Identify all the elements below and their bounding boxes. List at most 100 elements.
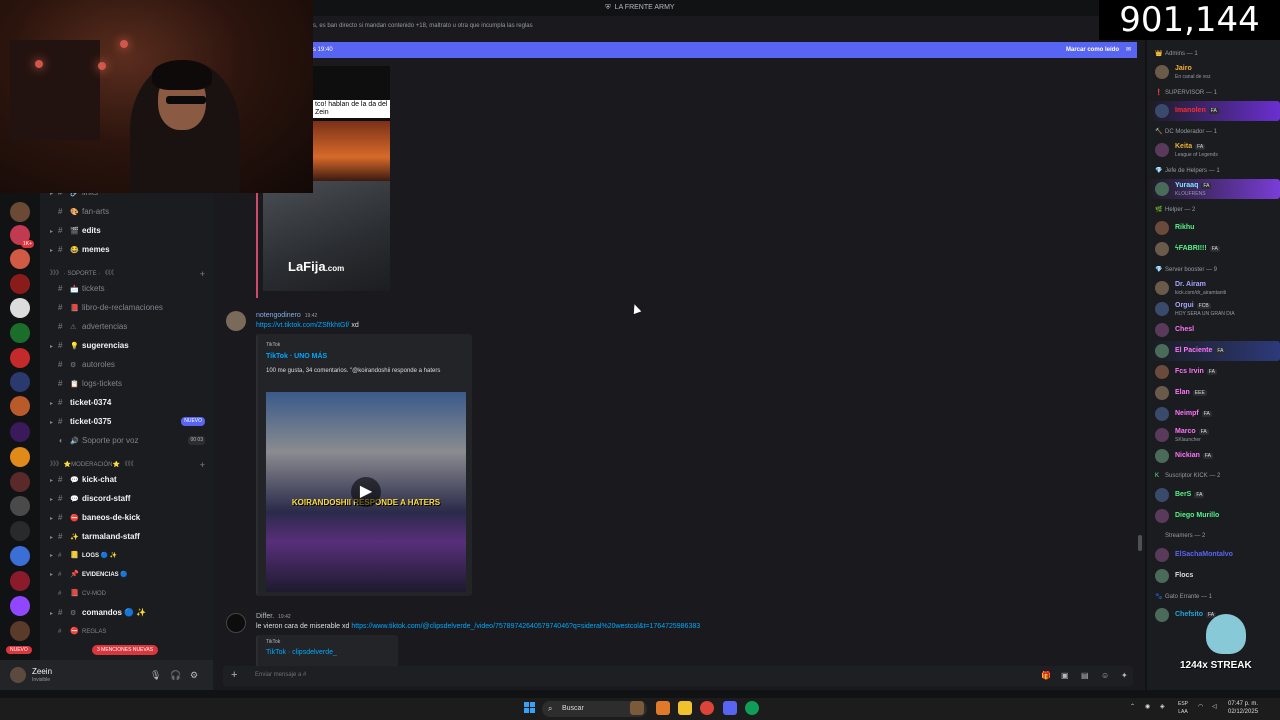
add-attachment-icon[interactable]: + — [231, 669, 237, 681]
taskbar-app-icon[interactable] — [656, 701, 670, 715]
member-row[interactable]: Neimpf FA — [1147, 404, 1280, 424]
new-mentions-pill[interactable]: 3 MENCIONES NUEVAS — [92, 645, 159, 655]
channel-soporte-por-voz[interactable]: ◖ 🔊 Soporte por voz 00 03 — [40, 432, 213, 449]
server-icon-10[interactable] — [10, 422, 30, 442]
member-row[interactable]: Marco FA SKlauncher — [1147, 425, 1280, 445]
server-icon-3[interactable] — [10, 249, 30, 269]
message-link[interactable]: https://vt.tiktok.com/ZSftkhtGf/ — [256, 322, 349, 329]
chevron-up-icon[interactable]: ⌃ — [1130, 703, 1135, 710]
channel-fan-arts[interactable]: # 🎨 fan-arts — [40, 203, 213, 220]
channel-tarmaland-staff[interactable]: ▸ # ✨ tarmaland-staff — [40, 528, 213, 545]
member-row[interactable]: Orgui FCB HOY SERA UN GRAN DIA — [1147, 299, 1280, 319]
member-row[interactable]: Chesl — [1147, 320, 1280, 340]
avatar[interactable] — [226, 311, 246, 331]
server-icon-13[interactable] — [10, 496, 30, 516]
channel-comandos[interactable]: ▸ # ⚙ comandos 🔵 ✨ — [40, 604, 213, 621]
tray-icon[interactable]: ◈ — [1160, 703, 1165, 710]
taskbar-clock[interactable]: 07:47 p. m. 02/12/2025 — [1228, 700, 1258, 716]
avatar[interactable] — [226, 613, 246, 633]
category-moderacion[interactable]: 》》》 ⭐MODERACIÓN⭐ 《《《 + — [40, 458, 213, 472]
sticker-icon[interactable]: ▤ — [1081, 671, 1089, 680]
wifi-icon[interactable]: ◠ — [1198, 703, 1203, 710]
channel-evidencias[interactable]: ▸ # 📌 EVIDENCIAS 🔵 — [40, 566, 213, 583]
avatar[interactable] — [10, 667, 26, 683]
discord-icon[interactable] — [723, 701, 737, 715]
apps-icon[interactable]: ✦ — [1121, 671, 1128, 680]
member-row[interactable]: El Paciente FA — [1147, 341, 1280, 361]
member-row[interactable]: Elan EEE — [1147, 383, 1280, 403]
member-row[interactable]: Diego Murillo — [1147, 506, 1280, 526]
channel-sugerencias[interactable]: ▸ # 💡 sugerencias — [40, 337, 213, 354]
channel-autoroles[interactable]: # ⚙ autoroles — [40, 356, 213, 373]
unread-banner[interactable]: s 19:40 Marcar como leído ✉ — [313, 42, 1137, 58]
server-icon-18[interactable] — [10, 621, 30, 641]
channel-reglas[interactable]: # ⛔ REGLAS — [40, 623, 213, 640]
member-row[interactable]: Flocs — [1147, 566, 1280, 586]
chat-scrollbar[interactable] — [1138, 535, 1142, 551]
member-row[interactable]: ElSachaMontalvo — [1147, 545, 1280, 565]
member-row[interactable]: Jairo En canal de voz — [1147, 62, 1280, 82]
channel-cv-mod[interactable]: # 📕 CV-MOD — [40, 585, 213, 602]
server-icon-4[interactable] — [10, 274, 30, 294]
gear-icon[interactable]: ⚙ — [190, 670, 198, 681]
channel-logs[interactable]: ▸ # 📒 LOGS 🔵 ✨ — [40, 547, 213, 564]
message-link[interactable]: https://www.tiktok.com/@clipsdelverde_/v… — [351, 623, 700, 630]
member-row[interactable]: Yuraaq FA KLOUFRENS — [1147, 179, 1280, 199]
server-icon-15[interactable] — [10, 546, 30, 566]
channel-kick-chat[interactable]: ▸ # 💬 kick-chat — [40, 471, 213, 488]
server-icon-16[interactable] — [10, 571, 30, 591]
channel-ticket-0374[interactable]: ▸ # ticket-0374 — [40, 394, 213, 411]
member-row[interactable]: Nickian FA — [1147, 446, 1280, 466]
channel-discord-staff[interactable]: ▸ # 💬 discord-staff — [40, 490, 213, 507]
keyboard-language[interactable]: ESP LAA — [1178, 700, 1188, 716]
server-icon-8[interactable] — [10, 372, 30, 392]
member-row[interactable]: Keita FA League of Legends — [1147, 140, 1280, 160]
member-row[interactable]: Fcs Irvin FA — [1147, 362, 1280, 382]
server-icon-9[interactable] — [10, 396, 30, 416]
channel-baneos-de-kick[interactable]: ▸ # ⛔ baneos-de-kick — [40, 509, 213, 526]
video-player[interactable]: KOIRANDOSHII RESPONDE A HATERS ▶ — [266, 392, 466, 592]
server-icon-2[interactable]: 1K+ — [10, 225, 34, 248]
embed-title[interactable]: TikTok · UNO MÁS — [266, 353, 327, 360]
channel-edits[interactable]: ▸ # 🎬 edits — [40, 222, 213, 239]
mark-as-read-button[interactable]: Marcar como leído — [1066, 42, 1119, 58]
windows-start-icon[interactable] — [524, 702, 536, 714]
chrome-icon[interactable] — [745, 701, 759, 715]
tray-icon[interactable]: ◉ — [1145, 703, 1150, 710]
chrome-icon[interactable] — [700, 701, 714, 715]
taskbar-app-icon[interactable] — [630, 701, 644, 715]
member-row[interactable]: Dr. Airam kick.com/dr_airamtaniti — [1147, 278, 1280, 298]
server-icon-5[interactable] — [10, 298, 30, 318]
member-row[interactable]: Rikhu — [1147, 218, 1280, 238]
gif-icon[interactable]: ▣ — [1061, 671, 1069, 680]
message-composer[interactable]: + Enviar mensaje a # 🎁 ▣ ▤ ☺ ✦ — [223, 666, 1133, 686]
message-author[interactable]: Differ. 19:42 — [256, 613, 291, 620]
channel-libro-de-reclamaciones[interactable]: # 📕 libro-de-reclamaciones — [40, 299, 213, 316]
server-icon-7[interactable] — [10, 348, 30, 368]
volume-icon[interactable]: ◁ — [1212, 703, 1217, 710]
category-soporte[interactable]: 》》》 · SOPORTE · 《《《 + — [40, 267, 213, 281]
file-explorer-icon[interactable] — [678, 701, 692, 715]
play-icon[interactable]: ▶ — [351, 477, 381, 507]
member-row[interactable]: BerS FA — [1147, 485, 1280, 505]
emoji-icon[interactable]: ☺ — [1101, 671, 1109, 680]
headphones-icon[interactable]: 🎧 — [170, 670, 181, 681]
server-icon-12[interactable] — [10, 472, 30, 492]
channel-tickets[interactable]: # 📩 tickets — [40, 280, 213, 297]
channel-logs-tickets[interactable]: # 📋 logs-tickets — [40, 375, 213, 392]
server-icon-6[interactable] — [10, 323, 30, 343]
plus-icon[interactable]: + — [200, 267, 205, 281]
plus-icon[interactable]: + — [200, 458, 205, 472]
embed-title[interactable]: TikTok · clipsdelverde_ — [266, 649, 337, 656]
channel-ticket-0375[interactable]: ▸ # ticket-0375 NUEVO — [40, 413, 213, 430]
channel-memes[interactable]: ▸ # 😂 memes — [40, 241, 213, 258]
microphone-icon[interactable]: 🎙 — [150, 670, 161, 681]
member-row[interactable]: ϟFABRI!!! FA — [1147, 239, 1280, 259]
server-icon-14[interactable] — [10, 521, 30, 541]
server-icon-17[interactable] — [10, 596, 30, 616]
server-icon-11[interactable] — [10, 447, 30, 467]
gift-icon[interactable]: 🎁 — [1041, 671, 1051, 680]
server-icon-1[interactable] — [10, 202, 30, 222]
message-author[interactable]: notengodinero 19:42 — [256, 312, 317, 319]
channel-advertencias[interactable]: # ⚠ advertencias — [40, 318, 213, 335]
